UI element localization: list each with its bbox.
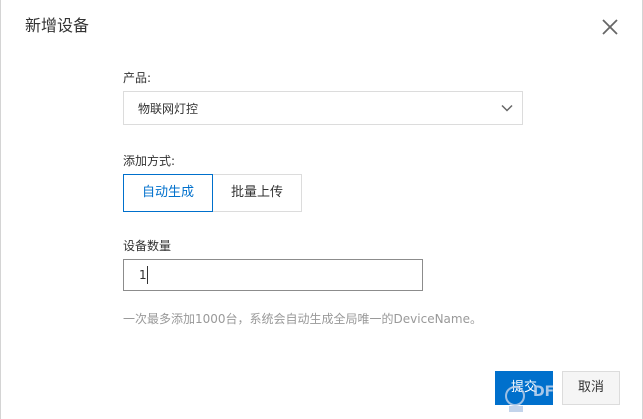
add-device-dialog: 新增设备 产品: 物联网灯控 添加方式: 自动生成 批量上传 设备数量 1 一次… xyxy=(0,0,643,419)
cancel-button[interactable]: 取消 xyxy=(562,371,620,405)
dialog-header: 新增设备 xyxy=(1,0,642,56)
product-label: 产品: xyxy=(123,71,152,85)
submit-button[interactable]: 提交 xyxy=(495,371,553,405)
close-icon xyxy=(602,19,618,35)
device-count-label: 设备数量 xyxy=(123,239,172,253)
device-count-value: 1 xyxy=(139,268,147,282)
chevron-down-icon xyxy=(501,104,513,112)
device-count-input[interactable]: 1 xyxy=(123,259,423,291)
device-count-hint: 一次最多添加1000台，系统会自动生成全局唯一的DeviceName。 xyxy=(123,312,482,326)
product-select-value: 物联网灯控 xyxy=(138,102,199,116)
text-caret xyxy=(147,266,148,284)
dialog-title: 新增设备 xyxy=(25,16,90,35)
add-method-auto-button[interactable]: 自动生成 xyxy=(123,174,213,212)
add-method-batch-button[interactable]: 批量上传 xyxy=(212,174,302,212)
close-button[interactable] xyxy=(600,17,620,37)
add-method-label: 添加方式: xyxy=(123,154,176,168)
product-select[interactable]: 物联网灯控 xyxy=(123,91,523,125)
